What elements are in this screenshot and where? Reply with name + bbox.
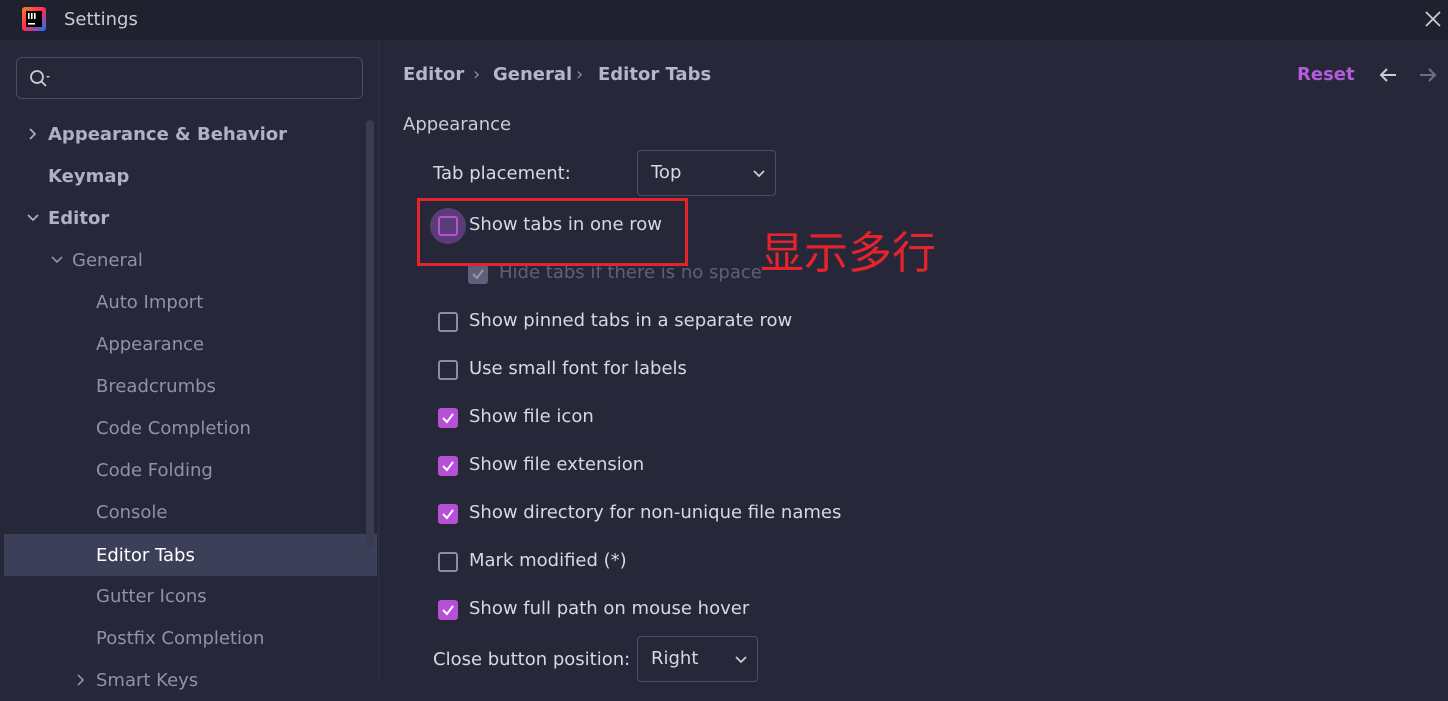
checkbox[interactable] — [438, 408, 458, 428]
sidebar-item-label: Auto Import — [96, 291, 204, 313]
checkbox-label: Show full path on mouse hover — [469, 598, 750, 619]
checkbox-label: Show file icon — [469, 406, 594, 427]
sidebar-item-gutter-icons[interactable]: Gutter Icons — [4, 575, 364, 617]
checkbox[interactable] — [438, 504, 458, 524]
checkbox[interactable] — [438, 600, 458, 620]
tab-placement-value: Top — [651, 162, 682, 183]
checkbox[interactable] — [438, 360, 458, 380]
close-button-position-label: Close button position: — [433, 649, 631, 670]
sidebar-item-breadcrumbs[interactable]: Breadcrumbs — [4, 365, 364, 407]
sidebar-item-console[interactable]: Console — [4, 491, 364, 533]
sidebar-item-label: Appearance & Behavior — [48, 123, 288, 145]
sidebar-item-auto-import[interactable]: Auto Import — [4, 281, 364, 323]
sidebar-item-smart-keys[interactable]: Smart Keys — [4, 659, 364, 701]
search-box[interactable] — [16, 57, 363, 99]
sidebar-item-appearance-behavior[interactable]: Appearance & Behavior — [4, 113, 364, 155]
title-bar: Settings — [0, 0, 1448, 40]
sidebar-item-appearance[interactable]: Appearance — [4, 323, 364, 365]
breadcrumb-separator: › — [576, 64, 584, 85]
checkbox-label: Mark modified (*) — [469, 550, 627, 571]
settings-sidebar: Appearance & Behavior Keymap Editor Gene… — [0, 40, 379, 691]
sidebar-item-label: Gutter Icons — [96, 585, 207, 607]
close-button-position-value: Right — [651, 648, 699, 669]
sidebar-item-label: Keymap — [48, 165, 130, 187]
chevron-right-icon — [77, 674, 85, 686]
chevron-down-icon — [735, 656, 747, 664]
checkbox-label: Show directory for non-unique file names — [469, 502, 842, 523]
sidebar-item-label: Code Folding — [96, 459, 213, 481]
sidebar-item-keymap[interactable]: Keymap — [4, 155, 364, 197]
checkbox — [468, 264, 488, 284]
chevron-down-icon — [753, 170, 765, 178]
breadcrumb-item[interactable]: General — [493, 64, 572, 85]
close-button-position-select[interactable]: Right — [637, 636, 758, 682]
sidebar-item-label: Breadcrumbs — [96, 375, 216, 397]
tab-placement-select[interactable]: Top — [637, 150, 776, 196]
checkbox[interactable] — [438, 312, 458, 332]
breadcrumb-item[interactable]: Editor — [403, 64, 464, 85]
breadcrumb-item: Editor Tabs — [598, 64, 712, 85]
checkbox-label: Use small font for labels — [469, 358, 687, 379]
chevron-right-icon — [29, 128, 37, 140]
chevron-down-icon — [51, 256, 63, 264]
annotation-highlight-box — [417, 198, 688, 266]
reset-button[interactable]: Reset — [1297, 64, 1355, 85]
checkbox[interactable] — [438, 456, 458, 476]
sidebar-item-label: Editor — [48, 207, 110, 229]
sidebar-item-code-completion[interactable]: Code Completion — [4, 407, 364, 449]
sidebar-item-label: Postfix Completion — [96, 627, 265, 649]
sidebar-scrollbar[interactable] — [366, 120, 374, 550]
sidebar-item-label: Editor Tabs — [96, 544, 195, 566]
sidebar-item-label: Console — [96, 501, 168, 523]
checkbox-label: Show file extension — [469, 454, 645, 475]
search-icon — [30, 70, 50, 87]
checkbox-label: Show pinned tabs in a separate row — [469, 310, 793, 331]
tab-placement-label: Tab placement: — [433, 163, 571, 184]
arrow-right-icon[interactable] — [1416, 63, 1440, 87]
chevron-down-icon — [27, 214, 39, 222]
sidebar-item-editor-tabs[interactable]: Editor Tabs — [4, 534, 377, 576]
sidebar-item-general[interactable]: General — [4, 239, 364, 281]
search-input[interactable] — [65, 65, 359, 93]
annotation-text: 显示多行 — [760, 228, 936, 279]
checkbox[interactable] — [438, 552, 458, 572]
sidebar-item-label: Code Completion — [96, 417, 251, 439]
section-title: Appearance — [403, 114, 512, 135]
sidebar-item-postfix-completion[interactable]: Postfix Completion — [4, 617, 364, 659]
sidebar-item-label: Smart Keys — [96, 669, 199, 691]
sidebar-item-label: General — [72, 249, 143, 271]
arrow-left-icon[interactable] — [1376, 63, 1400, 87]
window-title: Settings — [64, 9, 138, 30]
sidebar-item-editor[interactable]: Editor — [4, 197, 364, 239]
close-icon[interactable] — [1420, 6, 1446, 32]
intellij-logo-icon — [22, 7, 46, 31]
breadcrumb-separator: › — [473, 64, 481, 85]
sidebar-item-label: Appearance — [96, 333, 205, 355]
sidebar-item-code-folding[interactable]: Code Folding — [4, 449, 364, 491]
